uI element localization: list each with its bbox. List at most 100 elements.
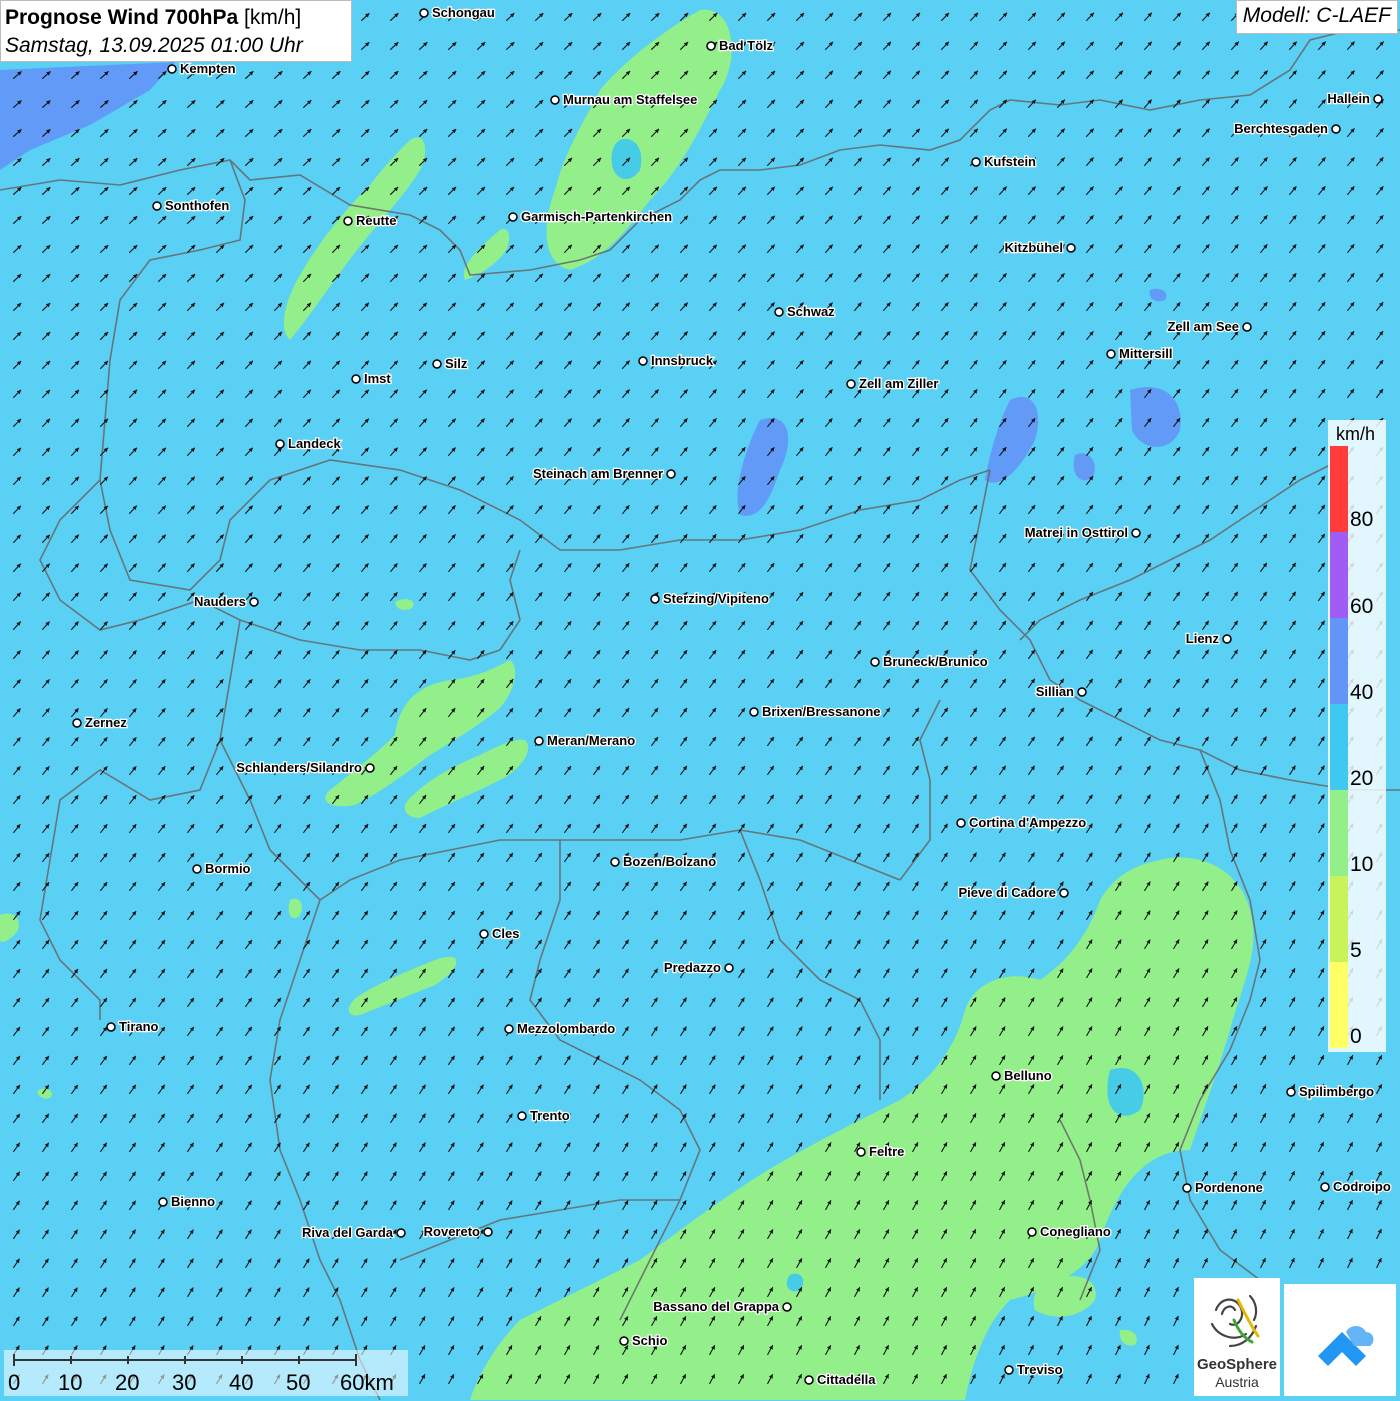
title-bold: Prognose Wind 700hPa [5,6,239,29]
legend-swatch-0 [1330,962,1348,1048]
city-marker: Berchtesgaden [1233,120,1341,137]
scale-label-20: 20 [115,1370,140,1395]
city-dot [152,201,162,211]
city-label: Predazzo [664,960,721,975]
city-label: Bozen/Bolzano [623,854,716,869]
city-label: Hallein [1327,91,1370,106]
legend-swatch-80 [1330,446,1348,532]
city-label: Zell am See [1167,319,1239,334]
city-dot [508,212,518,222]
city-dot [971,157,981,167]
city-dot [1027,1227,1037,1237]
city-dot [534,736,544,746]
city-marker: Innsbruck [638,352,715,369]
city-dot [782,1302,792,1312]
city-marker: Pordenone [1182,1179,1264,1196]
city-label: Lienz [1186,631,1220,646]
geosphere-logo[interactable]: GeoSphere Austria [1194,1278,1280,1396]
city-label: Sterzing/Vipiteno [663,591,769,606]
city-marker: Conegliano [1027,1223,1112,1240]
city-dot [106,1022,116,1032]
city-label: Silz [445,356,468,371]
city-label: Bad Tölz [719,38,774,53]
city-label: Bienno [171,1194,215,1209]
city-marker: Zell am See [1166,318,1252,335]
city-dot [504,1024,514,1034]
city-dot [343,216,353,226]
city-dot [192,864,202,874]
city-marker: Sterzing/Vipiteno [650,590,770,607]
city-label: Rovereto [424,1224,480,1239]
scale-label-60: 60km [340,1370,394,1395]
city-label: Treviso [1017,1362,1063,1377]
city-dot [619,1336,629,1346]
legend-swatch-60 [1330,532,1348,618]
geosphere-logo-name: GeoSphere [1196,1356,1278,1373]
city-marker: Cortina d'Ampezzo [956,814,1088,831]
city-label: Schio [632,1333,667,1348]
legend-label-80: 80 [1350,508,1374,531]
city-label: Conegliano [1040,1224,1111,1239]
legend-unit: km/h [1336,424,1376,444]
city-dot [1066,243,1076,253]
city-label: Sonthofen [165,198,229,213]
city-dot [483,1227,493,1237]
city-dot [650,594,660,604]
city-dot [351,374,361,384]
city-marker: Garmisch-Partenkirchen [508,208,673,225]
city-marker: Brixen/Bressanone [749,703,882,720]
wind-map[interactable]: SchongauBad TölzKemptenMurnau am Staffel… [0,0,1400,1400]
city-label: Cles [492,926,519,941]
city-label: Meran/Merano [547,733,635,748]
city-dot [638,356,648,366]
city-marker: Bozen/Bolzano [610,853,717,870]
city-marker: Pieve di Cadore [957,884,1069,901]
city-dot [396,1228,406,1238]
legend-label-40: 40 [1350,681,1374,704]
city-dot [856,1147,866,1157]
city-dot [1182,1183,1192,1193]
city-dot [804,1375,814,1385]
city-dot [706,41,716,51]
city-label: Pordenone [1195,1180,1263,1195]
city-label: Cittadella [817,1372,876,1387]
city-dot [419,8,429,18]
city-label: Mezzolombardo [517,1021,615,1036]
app-logo-icon [1318,1326,1374,1366]
city-dot [72,718,82,728]
geosphere-logo-icon [1210,1294,1260,1348]
city-dot [1222,634,1232,644]
city-dot [749,707,759,717]
city-dot [846,379,856,389]
city-label: Brixen/Bressanone [762,704,881,719]
title-unit: [km/h] [244,6,302,29]
city-label: Reutte [356,213,396,228]
legend-swatch-10 [1330,790,1348,876]
city-label: Sillian [1036,684,1074,699]
city-label: Zernez [85,715,127,730]
city-label: Imst [364,371,391,386]
city-dot [1286,1087,1296,1097]
city-label: Murnau am Staffelsee [563,92,697,107]
city-dot [1059,888,1069,898]
city-dot [1331,124,1341,134]
city-label: Feltre [869,1144,904,1159]
city-dot [870,657,880,667]
city-label: Mittersill [1119,346,1172,361]
city-dot [774,307,784,317]
city-label: Spilimbergo [1299,1084,1374,1099]
city-dot [1320,1182,1330,1192]
city-label: Zell am Ziller [859,376,938,391]
weather-app-logo[interactable] [1284,1284,1396,1396]
city-marker: Riva del Garda [301,1224,406,1241]
city-label: Trento [530,1108,570,1123]
legend-label-10: 10 [1350,853,1374,876]
city-dot [249,597,259,607]
city-marker: Spilimbergo [1286,1083,1375,1100]
city-marker: Sonthofen [152,197,231,214]
city-dot [1242,322,1252,332]
city-dot [991,1071,1001,1081]
city-dot [365,763,375,773]
city-label: Landeck [288,436,342,451]
city-label: Bormio [205,861,251,876]
